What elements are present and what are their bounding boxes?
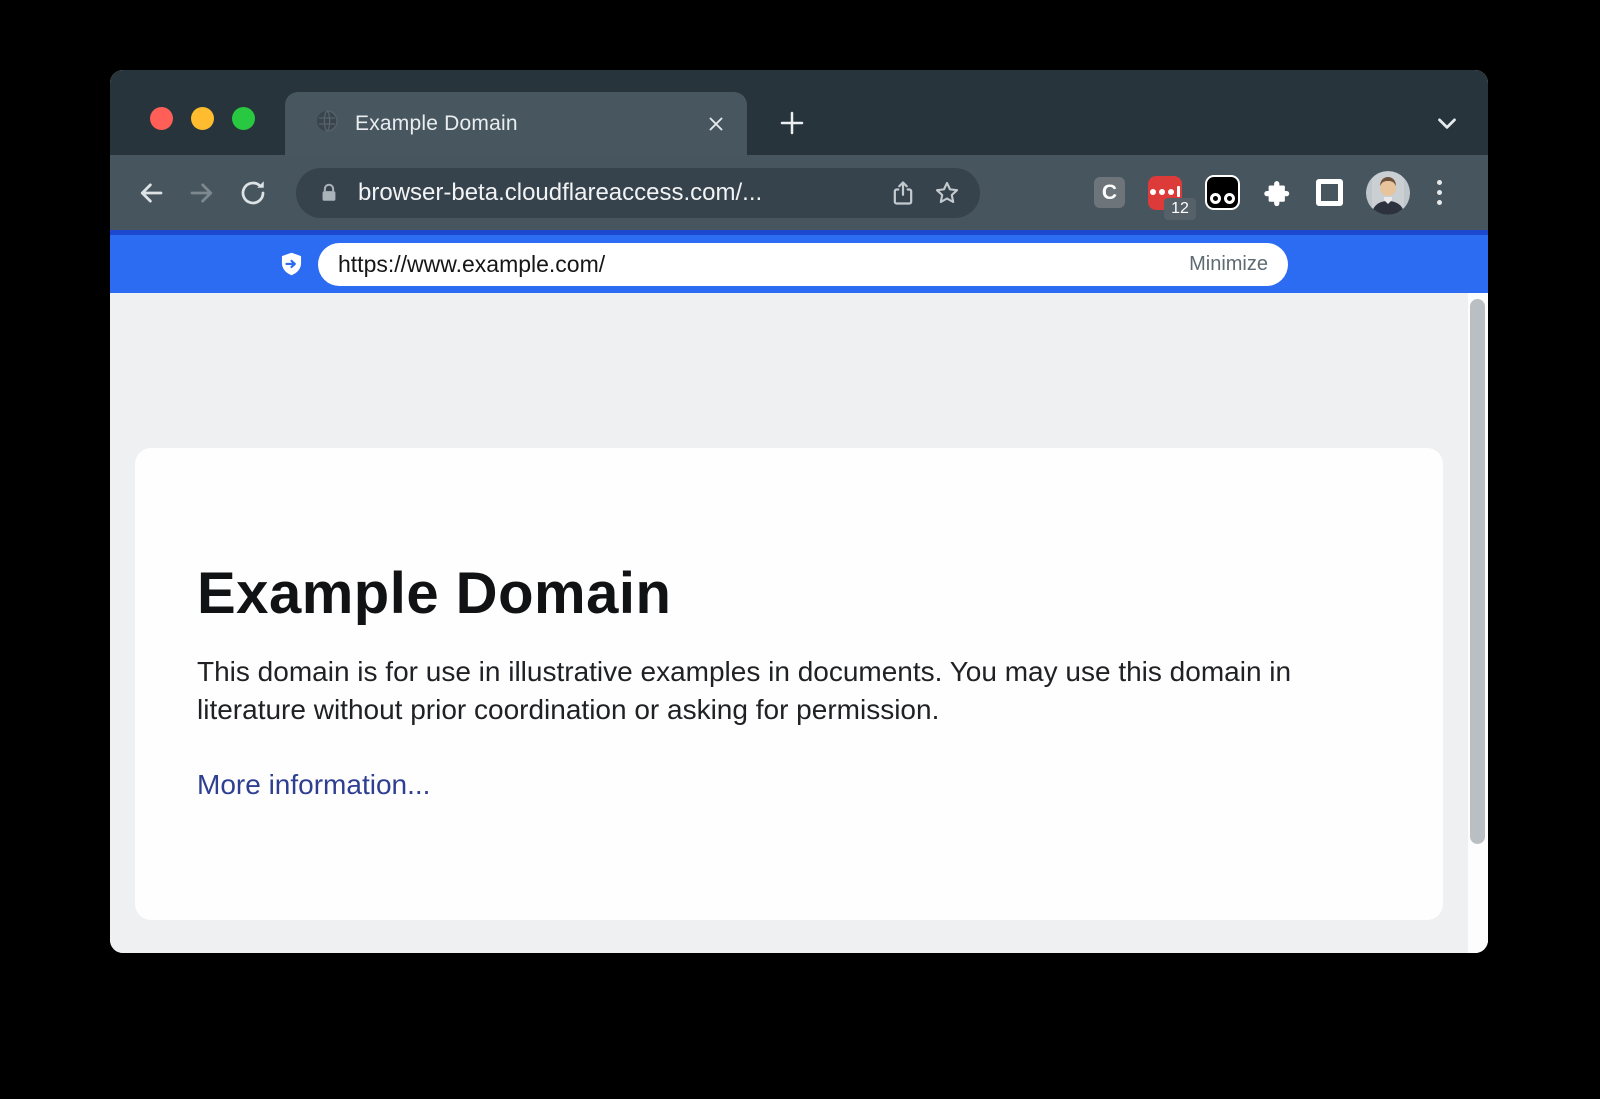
omnibox-url-text[interactable]: browser-beta.cloudflareaccess.com/...	[358, 179, 888, 207]
page-viewport: Example Domain This domain is for use in…	[110, 293, 1488, 953]
lock-icon[interactable]	[314, 178, 344, 208]
tab-close-icon[interactable]	[705, 113, 727, 135]
bookmark-star-icon[interactable]	[932, 178, 962, 208]
tab-example-domain[interactable]: Example Domain	[285, 92, 747, 155]
profile-avatar[interactable]	[1366, 171, 1410, 215]
access-url-bar[interactable]: Minimize	[318, 243, 1288, 286]
side-panel-icon[interactable]	[1316, 179, 1343, 206]
goggles-extension-icon[interactable]	[1205, 175, 1240, 210]
tab-search-chevron-icon[interactable]	[1430, 108, 1464, 138]
reload-icon[interactable]	[238, 178, 268, 208]
remote-browser-access-bar: Minimize	[110, 230, 1488, 293]
page-paragraph: This domain is for use in illustrative e…	[197, 653, 1362, 729]
close-window-button[interactable]	[150, 107, 173, 130]
browser-menu-kebab-icon[interactable]	[1433, 176, 1446, 209]
browser-toolbar: browser-beta.cloudflareaccess.com/... C …	[110, 155, 1488, 230]
share-icon[interactable]	[888, 178, 918, 208]
zoom-window-button[interactable]	[232, 107, 255, 130]
extension-c-icon[interactable]: C	[1094, 177, 1125, 208]
password-manager-extension-icon[interactable]: 12	[1148, 176, 1182, 210]
tab-strip: Example Domain	[110, 70, 1488, 155]
example-domain-card: Example Domain This domain is for use in…	[135, 448, 1443, 920]
scrollbar-track[interactable]	[1468, 293, 1488, 953]
minimize-access-bar-button[interactable]: Minimize	[1189, 253, 1268, 276]
extensions-puzzle-icon[interactable]	[1263, 178, 1293, 208]
window-controls	[150, 107, 255, 130]
tab-favicon-globe-icon	[315, 109, 339, 138]
scrollbar-thumb[interactable]	[1470, 299, 1485, 844]
new-tab-button[interactable]	[775, 106, 809, 140]
browser-window: Example Domain	[110, 70, 1488, 953]
back-icon[interactable]	[136, 178, 166, 208]
page-title: Example Domain	[197, 560, 1373, 627]
more-information-link[interactable]: More information...	[197, 769, 430, 801]
minimize-window-button[interactable]	[191, 107, 214, 130]
omnibox[interactable]: browser-beta.cloudflareaccess.com/...	[296, 168, 980, 218]
forward-icon[interactable]	[187, 178, 217, 208]
access-url-input[interactable]	[338, 251, 1189, 278]
tab-title: Example Domain	[355, 112, 705, 136]
extension-area: C 12	[1094, 171, 1446, 215]
extension-badge-count: 12	[1164, 198, 1196, 220]
shield-arrow-icon	[278, 251, 305, 278]
